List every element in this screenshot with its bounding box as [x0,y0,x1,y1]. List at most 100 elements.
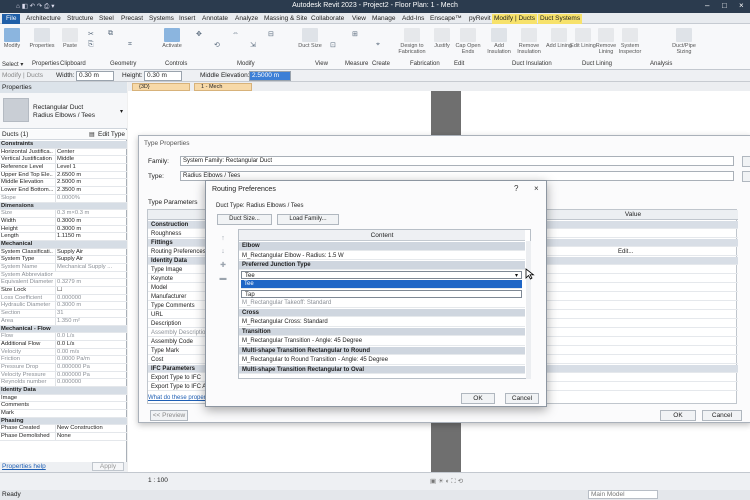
property-value[interactable]: None [55,433,125,440]
property-row[interactable]: Section 31 [0,310,127,318]
ribbon-tab-9[interactable]: Massing & Site [262,14,309,24]
routing-rule-row[interactable]: M_Rectangular Cross: Standard [239,318,525,327]
property-category[interactable]: Mechanical [0,240,127,249]
close-icon[interactable]: × [739,1,744,10]
property-category[interactable]: Identity Data [0,387,127,395]
width-field[interactable]: 0.30 m [76,71,114,81]
property-row[interactable]: System Type Supply Air [0,256,127,264]
property-category[interactable]: Dimensions [0,202,127,211]
property-value[interactable]: Level 1 [55,164,125,171]
view-tab-mech[interactable]: 1 - Mech [194,83,252,91]
property-row[interactable]: System Classificati... Supply Air [0,248,127,257]
ribbon-tool-icon-1[interactable]: ⎘ [88,41,94,49]
property-row[interactable]: Lower End Bottom... 2.3500 m [0,187,127,195]
preview-button[interactable]: << Preview [150,410,188,421]
edit-type-button[interactable]: Edit Type [98,131,125,138]
help-icon[interactable]: ? [514,184,518,193]
property-value[interactable]: 0.0 L/s [55,340,125,348]
ribbon-tool-icon-9[interactable]: ⊡ [330,41,336,49]
property-value[interactable]: 2.3500 m [55,187,125,194]
ribbon-button-2[interactable] [62,28,78,42]
ribbon-button-6[interactable] [434,28,450,42]
property-row[interactable]: Additional Flow 0.0 L/s [0,340,127,349]
property-row[interactable]: Image [0,395,127,403]
maximize-icon[interactable]: □ [722,1,727,10]
family-combo[interactable]: System Family: Rectangular Duct [180,156,734,166]
chevron-down-icon[interactable]: ▾ [120,108,123,115]
ribbon-tab-3[interactable]: Steel [97,14,116,24]
routing-cancel-button[interactable]: Cancel [505,393,539,404]
ribbon-tab-1[interactable]: Architecture [24,14,63,24]
property-row[interactable]: Middle Elevation 2.5000 m [0,179,127,188]
property-value[interactable]: 2.6500 m [55,171,125,179]
property-row[interactable]: Vertical Justification Middle [0,156,127,165]
ribbon-tool-icon-5[interactable]: ⟲ [214,41,220,49]
ribbon-button-14[interactable] [676,28,692,42]
property-value[interactable]: 2.5000 m [55,179,125,187]
ribbon-button-8[interactable] [491,28,507,42]
property-row[interactable]: Loss Coefficient 0.000000 [0,294,127,303]
ribbon-tab-11[interactable]: View [350,14,368,24]
view-control-icons[interactable]: ▣ ☀ ◐ ⛶ ⟲ [430,477,463,486]
ribbon-button-7[interactable] [460,28,476,42]
ribbon-tool-icon-4[interactable]: ✥ [196,30,202,38]
type-selector[interactable]: Rectangular Duct Radius Elbows / Tees ▾ [0,93,127,129]
junction-type-option[interactable]: Tee [241,280,522,289]
apply-button[interactable]: Apply [92,462,124,471]
ribbon-tab-6[interactable]: Insert [177,14,197,24]
property-row[interactable]: Friction 0.0000 Pa/m [0,356,127,364]
property-row[interactable]: Mark [0,410,127,418]
ribbon-tool-icon-2[interactable]: ⧉ [108,30,113,38]
ribbon-tool-icon-6[interactable]: ⇔ [232,30,239,37]
routing-rule-row[interactable]: M_Rectangular Takeoff: Standard [239,299,525,308]
property-value[interactable]: 0.3000 m [55,217,125,225]
property-row[interactable]: Size 0.3 m×0.3 m [0,210,127,218]
ribbon-tab-0[interactable]: File [2,14,21,24]
ribbon-button-5[interactable] [404,28,420,42]
height-field[interactable]: 0.30 m [144,71,182,81]
minimize-icon[interactable]: – [705,1,709,10]
duct-segment-bottom[interactable] [431,420,461,472]
ribbon-tool-icon-11[interactable]: ⌖ [376,41,380,49]
move-up-icon[interactable]: ↑ [218,235,228,243]
routing-preferences-edit-button[interactable]: Edit... [618,248,633,256]
property-row[interactable]: Velocity Pressure 0.000000 Pa [0,371,127,380]
property-category[interactable]: Phasing [0,417,127,426]
ribbon-tool-icon-8[interactable]: ⊟ [268,30,274,38]
chevron-down-icon[interactable]: ▾ [515,272,518,281]
property-row[interactable]: Phase Demolished None [0,433,127,441]
property-row[interactable]: Horizontal Justifica... Center [0,148,127,157]
view-tab-3d[interactable]: {3D} [132,83,190,91]
ribbon-button-9[interactable] [521,28,537,42]
ribbon-tab-2[interactable]: Structure [65,14,95,24]
ribbon-tab-7[interactable]: Annotate [200,14,230,24]
ribbon-button-0[interactable] [4,28,20,42]
elevation-field[interactable]: 2.5000 m [249,71,291,81]
property-row[interactable]: Reference Level Level 1 [0,164,127,172]
properties-help-link[interactable]: Properties help [2,463,46,470]
instance-filter[interactable]: Ducts (1) [2,131,28,138]
routing-ok-button[interactable]: OK [461,393,495,404]
routing-rule-row[interactable]: M_Rectangular Transition - Angle: 45 Deg… [239,337,525,346]
ribbon-button-13[interactable] [622,28,638,42]
routing-scrollbar[interactable] [526,241,531,379]
property-row[interactable]: Flow 0.0 L/s [0,333,127,341]
property-row[interactable]: Width 0.3000 m [0,217,127,226]
ribbon-tab-14[interactable]: Enscape™ [428,14,464,24]
load-button[interactable] [742,156,750,167]
property-value[interactable]: Supply Air [55,256,125,264]
property-row[interactable]: Phase Created New Construction [0,425,127,434]
property-row[interactable]: Area 1.350 m² [0,317,127,326]
move-down-icon[interactable]: ↓ [218,248,228,256]
property-row[interactable]: Size Lock ☐ [0,287,127,295]
property-row[interactable]: System Name Mechanical Supply ... [0,264,127,272]
ribbon-tab-15[interactable]: pyRevit [467,14,493,24]
property-row[interactable]: Upper End Top Ele... 2.6500 m [0,171,127,180]
ribbon-tab-12[interactable]: Manage [370,14,398,24]
property-value[interactable]: 0.3000 m [55,225,125,233]
ribbon-button-1[interactable] [34,28,50,42]
property-category[interactable]: Mechanical - Flow [0,325,127,334]
property-row[interactable]: Pressure Drop 0.000000 Pa [0,363,127,372]
load-family-button[interactable]: Load Family... [277,214,339,225]
duplicate-button[interactable] [742,171,750,182]
